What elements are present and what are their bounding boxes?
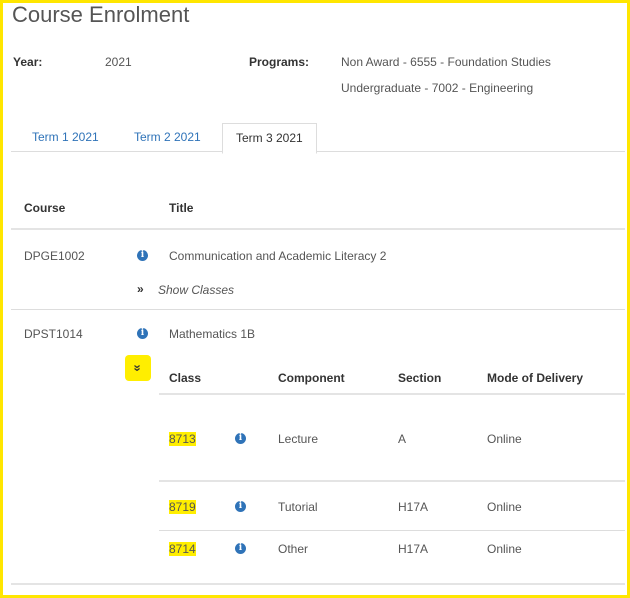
class-component: Other (278, 542, 309, 556)
programs-label: Programs: (249, 55, 310, 69)
info-icon[interactable]: i (235, 543, 246, 554)
course-title: Communication and Academic Literacy 2 (169, 249, 387, 263)
program-item: Non Award - 6555 - Foundation Studies (341, 55, 551, 69)
info-icon[interactable]: i (235, 501, 246, 512)
table-bottom-divider (11, 583, 625, 585)
mode-column-header: Mode of Delivery (487, 371, 584, 385)
class-mode: Online (487, 500, 522, 514)
class-number: 8714 (169, 542, 196, 556)
class-row-divider (159, 530, 625, 531)
class-component: Tutorial (278, 500, 318, 514)
info-icon[interactable]: i (137, 328, 148, 339)
info-icon[interactable]: i (235, 433, 246, 444)
class-column-header: Class (169, 371, 202, 385)
class-header-divider (159, 393, 625, 395)
course-code: DPST1014 (24, 327, 83, 341)
page-title: Course Enrolment (12, 2, 190, 27)
class-section: A (398, 432, 407, 446)
section-column-header: Section (398, 371, 442, 385)
year-value: 2021 (105, 55, 132, 69)
course-title: Mathematics 1B (169, 327, 256, 341)
info-icon[interactable]: i (137, 250, 148, 261)
course-code: DPGE1002 (24, 249, 85, 263)
row-divider (11, 309, 625, 310)
class-component: Lecture (278, 432, 319, 446)
tab-term-1-2021[interactable]: Term 1 2021 (19, 123, 112, 152)
class-number: 8713 (169, 432, 196, 446)
header-divider (11, 228, 625, 230)
course-column-header: Course (24, 201, 66, 215)
double-chevron-down-icon: » (130, 364, 146, 372)
hide-classes-toggle[interactable]: » (125, 355, 151, 381)
tab-term-2-2021[interactable]: Term 2 2021 (121, 123, 214, 152)
class-section: H17A (398, 500, 429, 514)
double-chevron-right-icon[interactable]: » (137, 282, 144, 296)
class-number: 8719 (169, 500, 196, 514)
component-column-header: Component (278, 371, 345, 385)
class-row-divider (159, 480, 625, 482)
tab-term-3-2021[interactable]: Term 3 2021 (222, 123, 317, 154)
program-item: Undergraduate - 7002 - Engineering (341, 81, 534, 95)
enrolment-panel: Course Enrolment Year: 2021 Programs: No… (0, 0, 630, 598)
show-classes-link[interactable]: Show Classes (158, 283, 234, 297)
class-section: H17A (398, 542, 429, 556)
class-mode: Online (487, 432, 522, 446)
class-mode: Online (487, 542, 522, 556)
title-column-header: Title (169, 201, 194, 215)
year-label: Year: (13, 55, 43, 69)
